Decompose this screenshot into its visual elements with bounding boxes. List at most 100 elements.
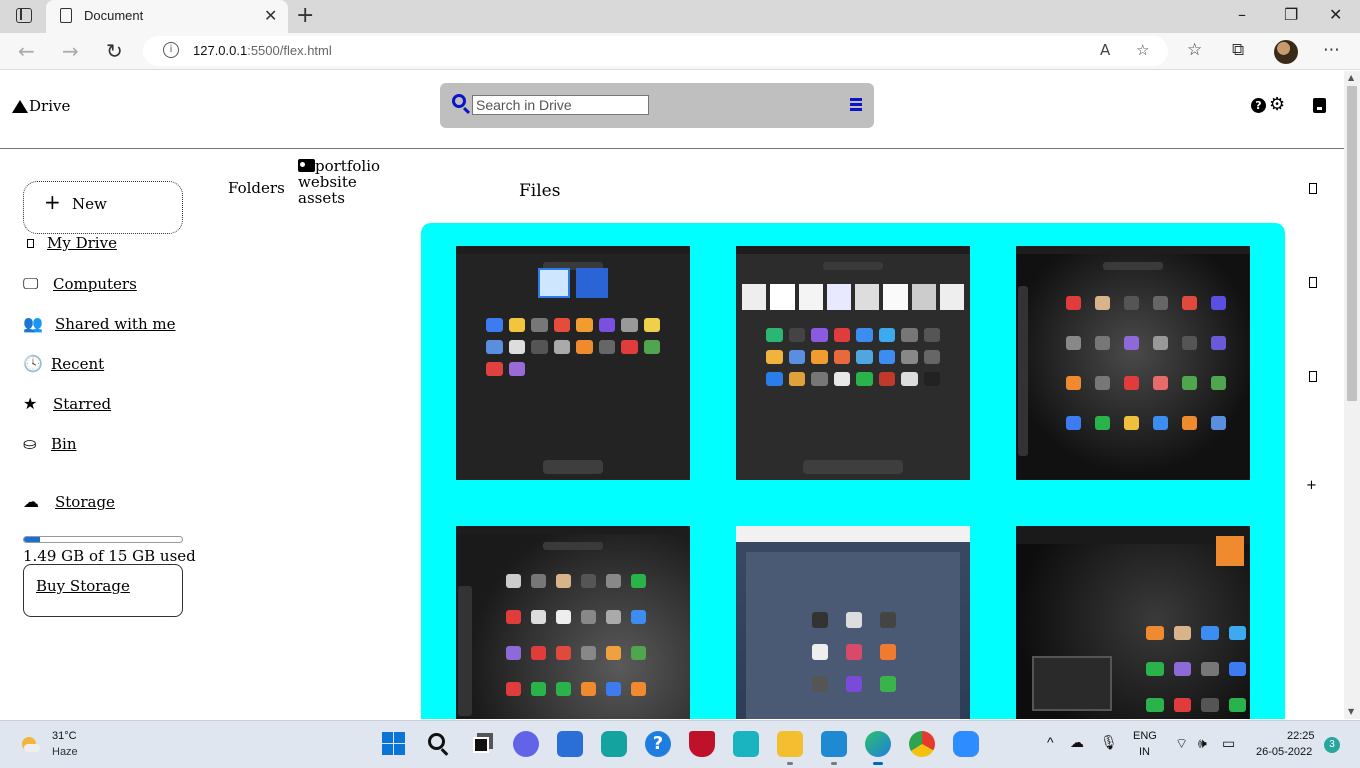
close-window-icon[interactable]: ✕ <box>1329 5 1342 24</box>
store-icon[interactable] <box>557 731 583 757</box>
vscode-icon[interactable] <box>821 731 847 765</box>
sidebar-item-label: Recent <box>51 354 105 373</box>
files-panel <box>421 223 1285 719</box>
battery-icon[interactable]: ▭ <box>1222 735 1235 752</box>
address-bar-row: ← → ↻ i 127.0.0.1:5500/flex.html A ☆ ☆ ⧉… <box>0 33 1360 70</box>
clock-date[interactable]: 26-05-2022 <box>1256 746 1312 758</box>
edge-icon[interactable] <box>865 731 891 765</box>
back-icon[interactable]: ← <box>18 39 35 63</box>
new-tab-icon[interactable]: + <box>296 3 314 28</box>
file-explorer-icon[interactable] <box>777 731 803 765</box>
profile-avatar[interactable] <box>1274 40 1298 64</box>
browser-tab-bar: Document ✕ + – ❐ ✕ <box>0 0 1360 33</box>
onedrive-icon[interactable]: ☁ <box>1070 734 1084 751</box>
folder-item[interactable]: portfolio website assets <box>298 158 408 206</box>
scroll-down-icon[interactable]: ▼ <box>1348 707 1354 716</box>
new-button[interactable]: + New <box>23 181 183 234</box>
wifi-icon[interactable]: ⌔ <box>1175 735 1188 753</box>
file-thumbnail[interactable] <box>456 526 690 719</box>
favorites-icon[interactable]: ☆ <box>1187 40 1202 60</box>
start-icon[interactable] <box>381 731 407 757</box>
search-panel <box>440 83 874 128</box>
tab-actions-icon[interactable] <box>16 8 32 23</box>
more-options-icon[interactable]: ⋯ <box>1323 40 1340 60</box>
header-divider <box>0 148 1344 149</box>
clock-time[interactable]: 22:25 <box>1287 730 1315 742</box>
sidebar-item-shared[interactable]: 👥 Shared with me <box>23 314 176 333</box>
language-code[interactable]: ENG <box>1133 730 1157 742</box>
menu-icon[interactable] <box>850 98 862 111</box>
refresh-icon[interactable]: ↻ <box>106 39 123 63</box>
tab-title: Document <box>84 8 144 23</box>
browser-tab[interactable]: Document ✕ <box>46 0 288 33</box>
folders-heading: Folders <box>228 179 285 197</box>
minimize-icon[interactable]: – <box>1238 5 1246 24</box>
apps-icon[interactable] <box>1313 98 1326 113</box>
task-view-icon[interactable] <box>469 731 495 757</box>
gear-icon[interactable]: ⚙ <box>1269 94 1285 115</box>
sidebar-item-label: Storage <box>55 492 115 511</box>
file-thumbnail[interactable] <box>1016 526 1250 719</box>
side-box-icon <box>1309 183 1317 194</box>
zoom-icon[interactable] <box>953 731 979 757</box>
chevron-up-icon[interactable]: ^ <box>1047 734 1054 750</box>
help-icon[interactable]: ? <box>1251 98 1266 113</box>
language-region[interactable]: IN <box>1139 746 1150 758</box>
sidebar-item-recent[interactable]: 🕓 Recent <box>23 354 104 373</box>
file-thumbnail[interactable] <box>736 526 970 719</box>
sidebar-item-storage[interactable]: ☁ Storage <box>23 492 115 511</box>
drive-triangle-icon <box>12 99 28 113</box>
url-text: 127.0.0.1:5500/flex.html <box>193 43 332 58</box>
file-thumbnail[interactable] <box>456 246 690 480</box>
bin-icon: ⛀ <box>23 434 37 453</box>
people-icon: 👥 <box>23 314 43 333</box>
help-app-icon[interactable]: ? <box>645 731 671 757</box>
folder-card-icon <box>298 159 315 172</box>
storage-usage-text: 1.49 GB of 15 GB used <box>23 547 196 565</box>
scroll-up-icon[interactable]: ▲ <box>1348 73 1354 82</box>
add-favorite-icon[interactable]: ☆ <box>1136 41 1149 59</box>
side-box-icon <box>1309 371 1317 382</box>
tab-close-icon[interactable]: ✕ <box>264 6 277 25</box>
volume-icon[interactable]: 🕪 <box>1198 735 1207 752</box>
sidebar-item-my-drive[interactable]: My Drive <box>23 234 117 252</box>
forward-icon[interactable]: → <box>62 39 79 63</box>
sidebar-item-label: Starred <box>53 394 112 413</box>
search-input[interactable] <box>472 95 649 115</box>
sidebar-item-computers[interactable]: 🖵 Computers <box>23 274 137 294</box>
chat-icon[interactable] <box>513 731 539 757</box>
url-field[interactable]: i 127.0.0.1:5500/flex.html A ☆ <box>143 36 1168 66</box>
weather-icon[interactable] <box>20 735 40 755</box>
star-icon: ★ <box>23 394 38 413</box>
drive-icon <box>27 238 34 248</box>
mcafee-icon[interactable] <box>689 731 715 757</box>
file-thumbnail[interactable] <box>1016 246 1250 480</box>
app-icon[interactable] <box>733 731 759 757</box>
windows-taskbar: 31°C Haze ? ^ ☁ 🎙 ENG IN ⌔ 🕪 ▭ 22:25 26-… <box>0 720 1360 768</box>
file-thumbnail[interactable] <box>736 246 970 480</box>
notification-badge[interactable]: 3 <box>1324 737 1340 753</box>
buy-storage-label: Buy Storage <box>36 577 130 595</box>
side-plus-icon[interactable]: + <box>1306 478 1317 493</box>
read-aloud-icon[interactable]: A <box>1100 41 1110 59</box>
clock-icon: 🕓 <box>23 354 43 373</box>
drive-logo[interactable]: Drive <box>12 97 70 115</box>
plus-icon: + <box>44 190 61 214</box>
app-icon[interactable] <box>601 731 627 757</box>
buy-storage-button[interactable]: Buy Storage <box>23 564 183 617</box>
cloud-icon: ☁ <box>23 492 39 511</box>
files-heading: Files <box>519 181 561 201</box>
sidebar-item-starred[interactable]: ★ Starred <box>23 394 111 413</box>
storage-progress-fill <box>24 537 40 542</box>
collections-icon[interactable]: ⧉ <box>1232 40 1244 60</box>
search-icon[interactable] <box>452 94 466 108</box>
scroll-thumb[interactable] <box>1347 86 1357 401</box>
side-box-icon <box>1309 277 1317 288</box>
microphone-icon[interactable]: 🎙 <box>1100 734 1118 751</box>
search-icon[interactable] <box>425 731 451 757</box>
info-icon[interactable]: i <box>163 42 179 58</box>
page-scrollbar[interactable]: ▲ ▼ <box>1344 71 1360 719</box>
chrome-icon[interactable] <box>909 731 935 757</box>
sidebar-item-bin[interactable]: ⛀ Bin <box>23 434 76 453</box>
restore-icon[interactable]: ❐ <box>1284 5 1298 24</box>
